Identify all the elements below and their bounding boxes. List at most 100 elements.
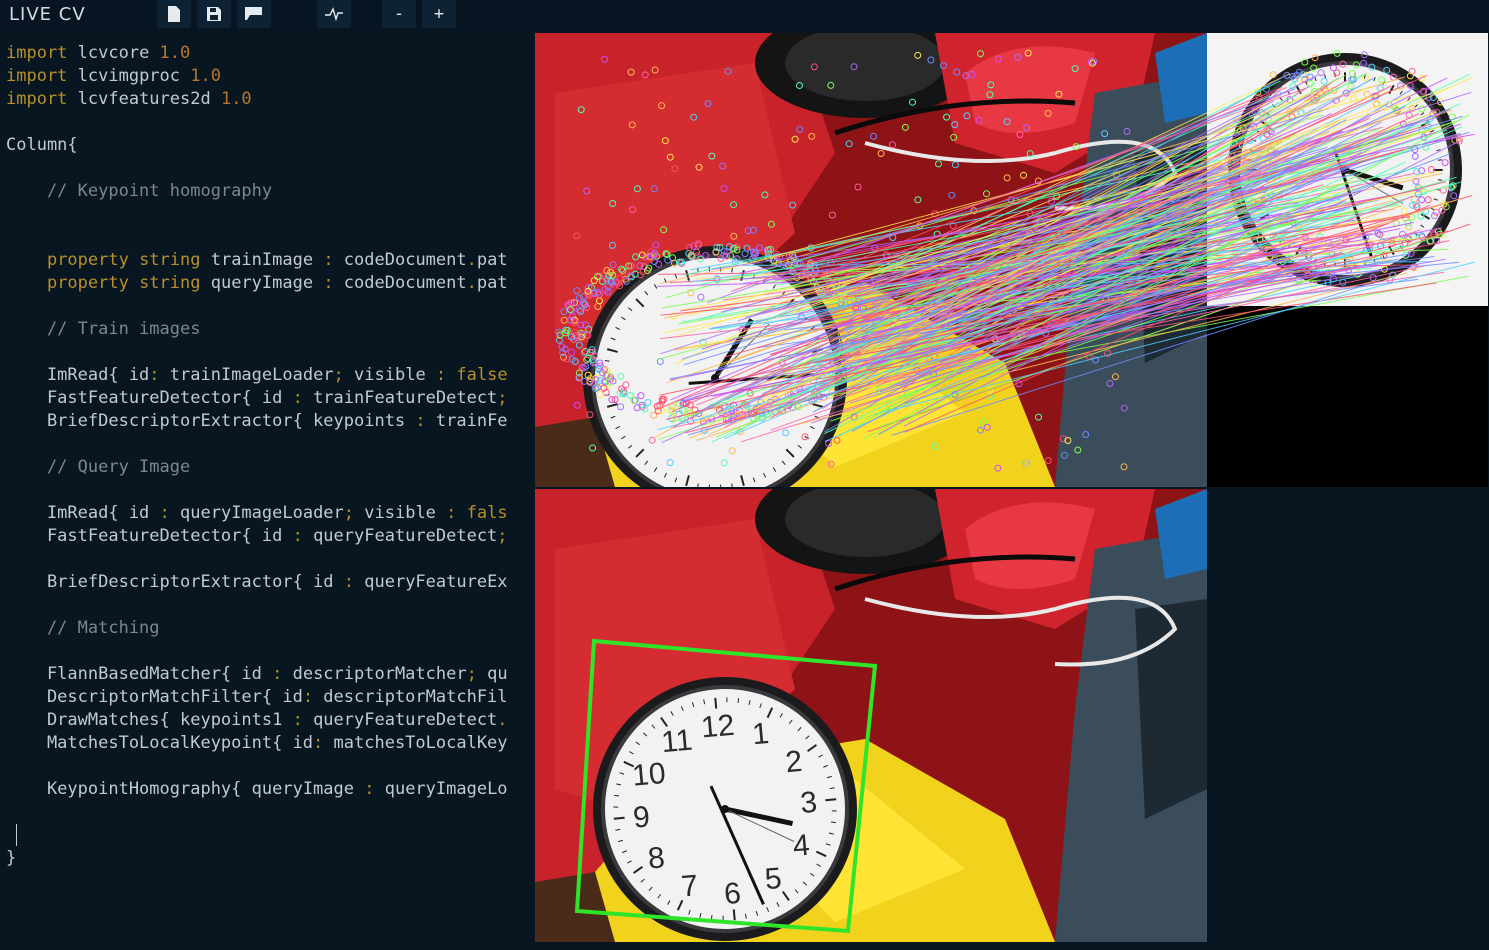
open-file-button[interactable]: [237, 0, 271, 28]
code-line[interactable]: BriefDescriptorExtractor{ id : queryFeat…: [6, 571, 508, 594]
code-token: .: [497, 710, 508, 730]
code-token: lcvimgproc: [77, 66, 191, 86]
code-line[interactable]: [6, 755, 508, 778]
code-token: 1.0: [190, 66, 221, 86]
code-line[interactable]: ImRead{ id: trainImageLoader; visible : …: [6, 364, 508, 387]
clock-number: 8: [647, 841, 667, 875]
clock-tick: [831, 810, 837, 812]
clock-tick: [726, 697, 728, 703]
code-line[interactable]: // Matching: [6, 617, 508, 640]
clock-tick: [825, 798, 837, 802]
clock-tick: [613, 806, 619, 808]
code-token: :: [364, 779, 385, 799]
code-token: descriptorMatchFil: [323, 687, 508, 707]
code-token: // Query Image: [6, 457, 191, 477]
code-token: descriptorMatcher: [292, 664, 467, 684]
code-token: : fals: [446, 503, 508, 523]
code-line[interactable]: // Train images: [6, 318, 508, 341]
code-line[interactable]: [6, 824, 508, 847]
code-token: trainImageLoader: [169, 365, 334, 385]
code-editor[interactable]: import lcvcore 1.0 import lcvimgproc 1.0 i…: [0, 38, 535, 950]
code-token: qu: [487, 664, 508, 684]
zoom-out-button[interactable]: -: [382, 0, 416, 28]
clock-tick: [732, 909, 736, 921]
code-line[interactable]: FastFeatureDetector{ id : trainFeatureDe…: [6, 387, 508, 410]
code-token: matchesToLocalKey: [333, 733, 508, 753]
code-token: queryFeatureDetect: [313, 526, 498, 546]
code-token: :: [302, 687, 324, 707]
code-token: :: [323, 273, 344, 293]
code-token: }: [6, 848, 17, 868]
code-line[interactable]: [6, 203, 508, 226]
code-token: BriefDescriptorExtractor{ keypoints: [6, 411, 416, 431]
output-viewer: 12 1 2 3 4 5 6 7 8 9 10 11: [535, 33, 1489, 950]
code-token: trainFe: [435, 411, 508, 431]
code-line[interactable]: [6, 433, 508, 456]
code-line[interactable]: [6, 640, 508, 663]
code-line[interactable]: [6, 801, 508, 824]
zoom-in-button[interactable]: +: [422, 0, 456, 28]
code-line[interactable]: DescriptorMatchFilter{ id: descriptorMat…: [6, 686, 508, 709]
code-token: pat: [476, 250, 508, 270]
code-line[interactable]: [6, 594, 508, 617]
clock-number: 2: [784, 745, 804, 779]
code-line[interactable]: import lcvfeatures2d 1.0: [6, 88, 508, 111]
new-file-button[interactable]: [157, 0, 191, 28]
code-token: queryFeatureEx: [364, 572, 508, 592]
code-token: codeDocument: [343, 273, 467, 293]
code-token: ImRead{ id: [6, 503, 160, 523]
code-line[interactable]: DrawMatches{ keypoints1 : queryFeatureDe…: [6, 709, 508, 732]
code-line[interactable]: import lcvcore 1.0: [6, 42, 508, 65]
code-line[interactable]: [6, 548, 508, 571]
code-token: .: [466, 273, 477, 293]
code-line[interactable]: FastFeatureDetector{ id : queryFeatureDe…: [6, 525, 508, 548]
code-line[interactable]: [6, 157, 508, 180]
clock-tick: [714, 697, 718, 709]
pulse-icon: [325, 7, 343, 21]
code-line[interactable]: [6, 111, 508, 134]
clock-number: 9: [632, 800, 652, 834]
code-token: // Keypoint homography: [6, 181, 273, 201]
code-token: visible: [364, 503, 447, 523]
code-token: :: [292, 526, 314, 546]
open-folder-icon: [245, 7, 262, 20]
homography-image: 12 1 2 3 4 5 6 7 8 9 10 11: [535, 489, 1207, 942]
code-token: queryImageLoader: [180, 503, 344, 523]
zoom-in-label: +: [433, 4, 445, 24]
code-token: ImRead{ id: [6, 365, 150, 385]
code-line[interactable]: FlannBasedMatcher{ id : descriptorMatche…: [6, 663, 508, 686]
code-line[interactable]: // Query Image: [6, 456, 508, 479]
code-line[interactable]: BriefDescriptorExtractor{ keypoints : tr…: [6, 410, 508, 433]
code-line[interactable]: Column{: [6, 134, 508, 157]
code-line[interactable]: [6, 341, 508, 364]
code-token: property string: [46, 273, 211, 293]
code-line[interactable]: // Keypoint homography: [6, 180, 508, 203]
code-token: queryImageLo: [384, 779, 508, 799]
code-token: 1.0: [159, 43, 191, 63]
code-line[interactable]: KeypointHomography{ queryImage : queryIm…: [6, 778, 508, 801]
code-line[interactable]: property string trainImage : codeDocumen…: [6, 249, 508, 272]
save-file-button[interactable]: [197, 0, 231, 28]
code-line[interactable]: }: [6, 847, 508, 870]
code-line[interactable]: [6, 226, 508, 249]
code-token: ;: [466, 664, 488, 684]
app-logo: LIVE CV: [9, 4, 86, 25]
code-text[interactable]: import lcvcore 1.0 import lcvimgproc 1.0 i…: [6, 42, 508, 870]
log-toggle-button[interactable]: [317, 0, 351, 28]
code-token: codeDocument: [343, 250, 467, 270]
code-line[interactable]: MatchesToLocalKeypoint{ id: matchesToLoc…: [6, 732, 508, 755]
code-token: visible: [354, 365, 436, 385]
code-line[interactable]: ImRead{ id : queryImageLoader; visible :…: [6, 502, 508, 525]
code-token: import: [6, 66, 78, 86]
code-line[interactable]: property string queryImage : codeDocumen…: [6, 272, 508, 295]
code-token: :: [292, 388, 314, 408]
code-line[interactable]: [6, 479, 508, 502]
code-token: :: [149, 365, 170, 385]
clock-tick: [613, 816, 625, 820]
code-token: :: [313, 733, 334, 753]
clock-number: 10: [631, 757, 667, 793]
code-token: KeypointHomography{ queryImage: [6, 779, 365, 799]
code-line[interactable]: import lcvimgproc 1.0: [6, 65, 508, 88]
code-line[interactable]: [6, 295, 508, 318]
